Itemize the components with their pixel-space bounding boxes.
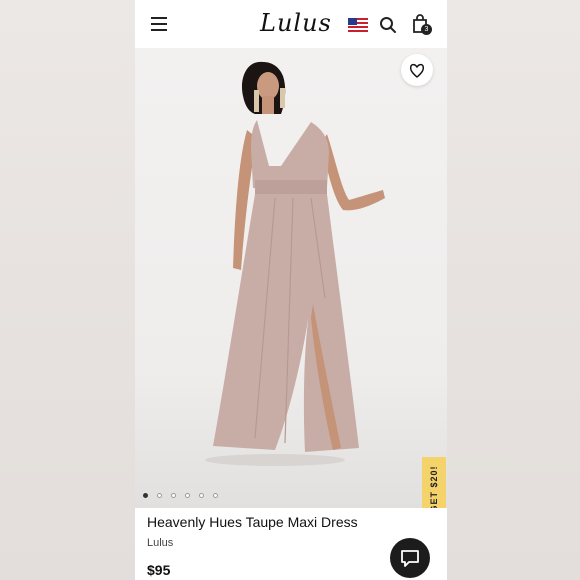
chat-button[interactable]: [390, 538, 430, 578]
carousel-dot-3[interactable]: [171, 493, 176, 498]
carousel-dot-1[interactable]: [143, 493, 148, 498]
carousel-dot-5[interactable]: [199, 493, 204, 498]
background-left-margin: [0, 0, 135, 580]
model-figure: [205, 61, 385, 466]
wishlist-button[interactable]: [401, 54, 433, 86]
chat-bubble-icon: [401, 550, 419, 567]
carousel-dot-4[interactable]: [185, 493, 190, 498]
background-right-margin: [447, 0, 580, 580]
search-icon[interactable]: [379, 16, 397, 34]
carousel-dot-2[interactable]: [157, 493, 162, 498]
product-brand[interactable]: Lulus: [147, 537, 173, 549]
carousel-dot-6[interactable]: [213, 493, 218, 498]
cart-count-badge: 3: [421, 24, 432, 35]
product-title: Heavenly Hues Taupe Maxi Dress: [147, 514, 358, 530]
product-price: $95: [147, 562, 171, 578]
promo-label: GET $20!: [429, 464, 439, 513]
product-image[interactable]: [135, 48, 447, 508]
heart-icon: [409, 63, 425, 78]
us-flag-icon[interactable]: [348, 18, 368, 32]
brand-logo[interactable]: Lulus: [260, 9, 332, 37]
top-navigation-bar: Lulus 3: [135, 0, 447, 48]
phone-screen: Lulus 3 GET $20! Heavenly Hues Taupe Max…: [135, 0, 447, 580]
hamburger-menu-icon[interactable]: [151, 17, 167, 31]
